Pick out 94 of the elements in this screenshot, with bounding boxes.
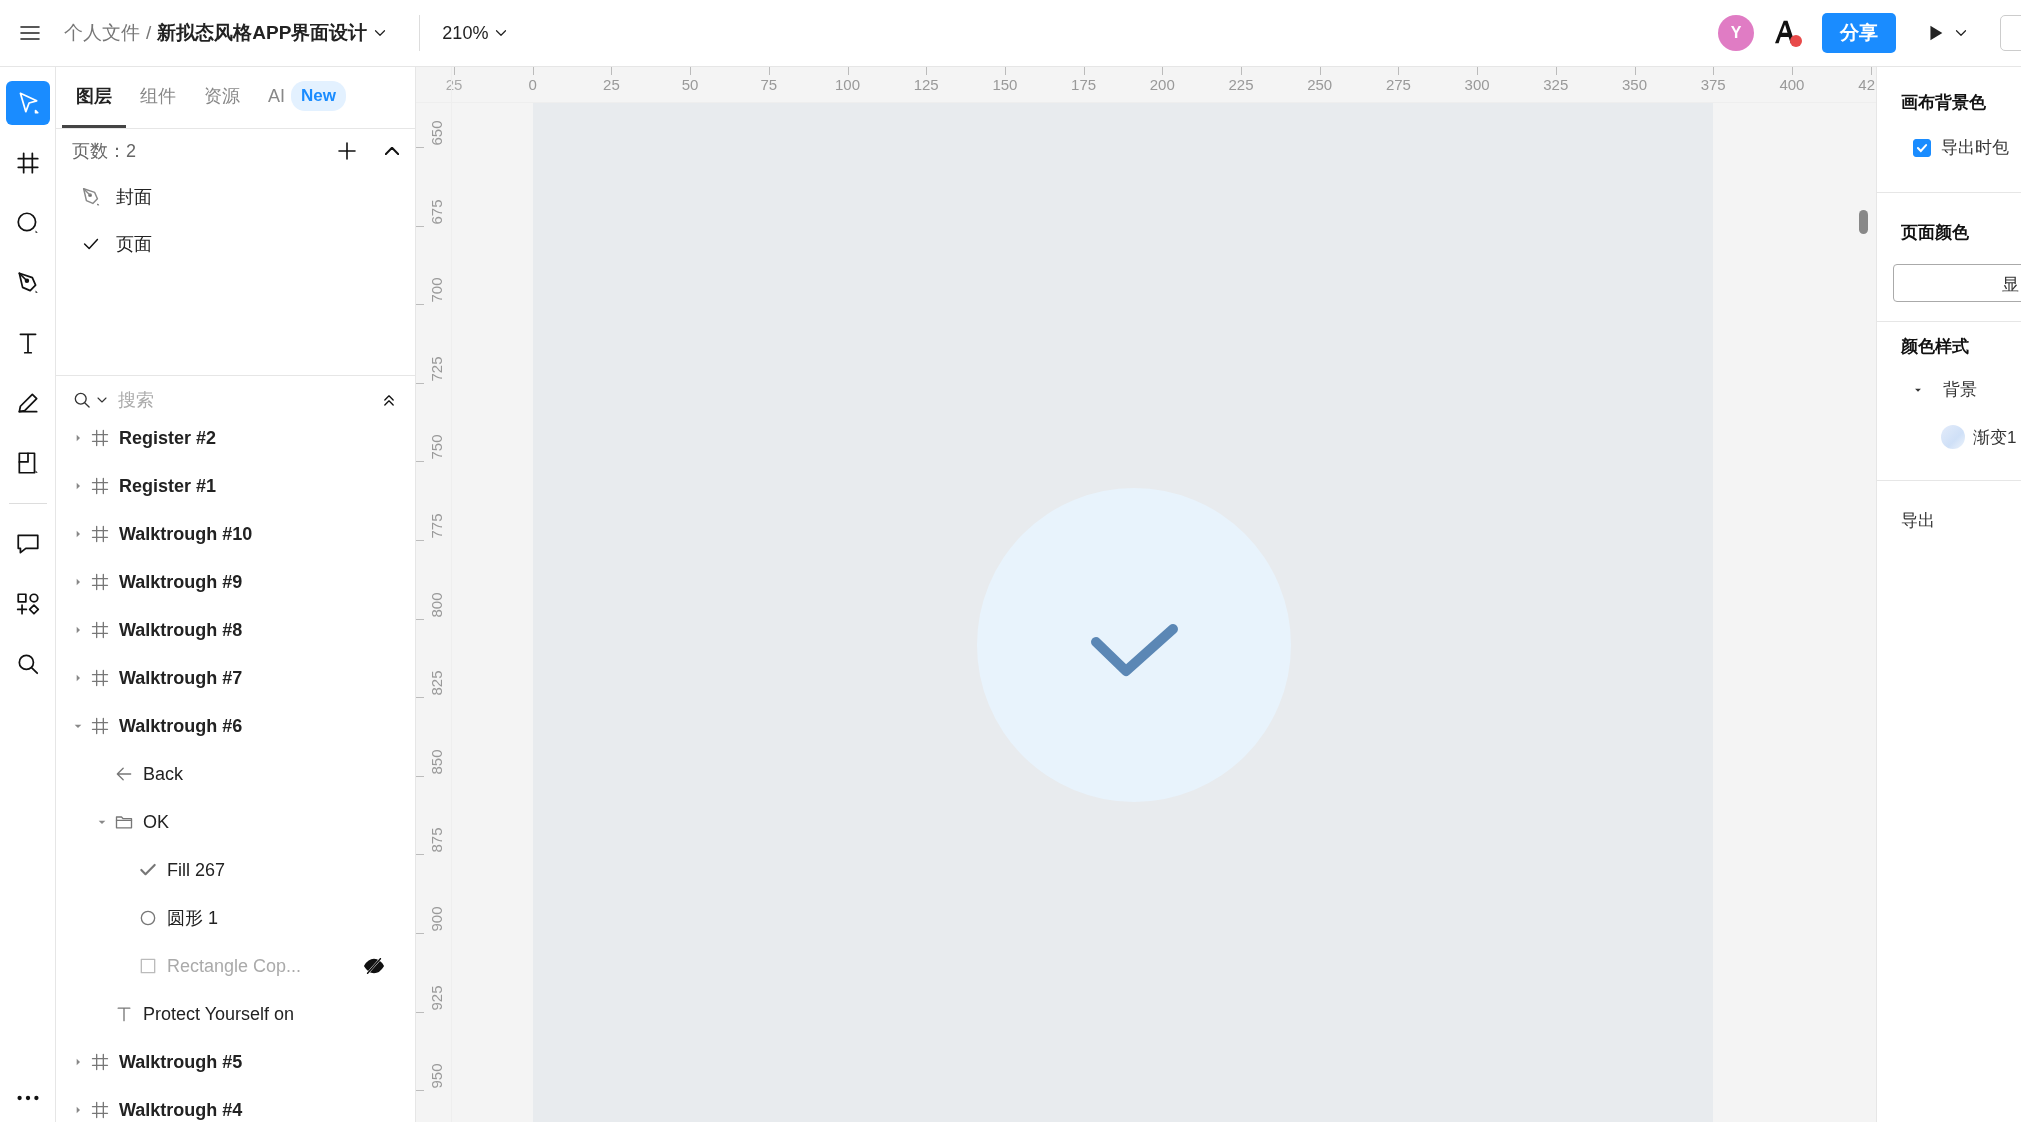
ruler-label: 700 xyxy=(428,277,445,303)
ruler-label: 350 xyxy=(1622,76,1647,93)
layer-name[interactable]: Walktrough #10 xyxy=(119,523,253,545)
section-title: 颜色样式 xyxy=(1901,336,1970,358)
gradient-swatch xyxy=(1941,425,1965,449)
scrollbar-thumb[interactable] xyxy=(1859,210,1868,234)
ruler-label: 725 xyxy=(428,356,445,382)
layer-name[interactable]: Register #2 xyxy=(119,427,217,449)
ruler-label: 850 xyxy=(428,749,445,775)
frame-icon xyxy=(90,1100,110,1120)
layer-name[interactable]: Walktrough #9 xyxy=(119,571,243,593)
ruler-label: 775 xyxy=(428,513,445,539)
ruler-label: 325 xyxy=(1543,76,1569,93)
check-circle-drawing[interactable] xyxy=(977,488,1291,802)
ruler-label: 875 xyxy=(428,827,445,853)
circle-icon xyxy=(138,908,158,928)
ruler-label: 300 xyxy=(1464,76,1490,93)
ruler-label: 25 xyxy=(603,76,620,93)
panel-tab[interactable]: 组件 xyxy=(126,67,190,128)
chevron-up-icon xyxy=(385,147,399,155)
breadcrumb-separator: / xyxy=(146,22,152,44)
section-title: 页面颜色 xyxy=(1901,222,1970,244)
ruler-label: 0 xyxy=(528,76,537,93)
layer-name[interactable]: Register #1 xyxy=(119,475,217,497)
ruler-label: 200 xyxy=(1149,76,1175,93)
ruler-label: 375 xyxy=(1700,76,1726,93)
panel-tab[interactable]: 资源 xyxy=(190,67,254,128)
ruler-label: 75 xyxy=(760,76,778,93)
new-badge: New xyxy=(291,81,346,111)
checkbox[interactable] xyxy=(1913,138,1931,157)
collapse-button[interactable] xyxy=(383,145,401,157)
style-name[interactable]: 渐变1 xyxy=(1973,425,2017,449)
plus-icon xyxy=(335,139,359,163)
ruler-label: 825 xyxy=(428,670,445,696)
more-icon xyxy=(15,1095,40,1101)
layer-name[interactable]: Protect Yourself on xyxy=(143,1003,295,1025)
ruler-label: 250 xyxy=(1307,76,1333,93)
ruler-label: 175 xyxy=(1071,76,1097,93)
ruler-label: 225 xyxy=(1228,76,1254,93)
page-item[interactable]: 封面 xyxy=(56,173,415,220)
ruler-label: 750 xyxy=(428,434,445,460)
breadcrumb-link[interactable]: 个人文件 xyxy=(64,20,140,46)
ruler-label: 150 xyxy=(992,76,1018,93)
checkbox-label: 导出时包 xyxy=(1941,137,2009,159)
ruler-label: 42 xyxy=(1858,76,1875,93)
move-tool[interactable] xyxy=(5,81,50,125)
square-icon xyxy=(138,956,158,976)
search-field[interactable]: 搜索 xyxy=(118,389,318,411)
panel-tab[interactable]: AI New xyxy=(254,67,360,128)
frame-icon xyxy=(90,668,110,688)
ruler-label: 950 xyxy=(428,1063,445,1089)
ruler-label: 100 xyxy=(835,76,860,93)
comment-icon xyxy=(14,531,41,557)
frame-icon xyxy=(90,716,110,736)
shapes-icon xyxy=(14,591,41,617)
ruler-label: 800 xyxy=(428,592,445,618)
ruler-label: 925 xyxy=(428,985,445,1011)
ruler-label: 50 xyxy=(681,76,699,93)
frame-icon xyxy=(90,476,110,496)
layer-name[interactable]: Walktrough #4 xyxy=(119,1099,243,1121)
layer-name[interactable]: Walktrough #7 xyxy=(119,667,243,689)
frame-icon xyxy=(90,524,110,544)
frame-icon xyxy=(90,572,110,592)
page-name: 页面 xyxy=(116,232,152,256)
eye-off-icon xyxy=(363,955,385,977)
ruler-label: 275 xyxy=(1385,76,1411,93)
search-icon xyxy=(72,390,92,410)
page-name: 封面 xyxy=(116,185,152,209)
color-field[interactable]: 显 xyxy=(1893,264,2021,302)
section-title: 画布背景色 xyxy=(1901,92,1987,114)
file-title-dropdown[interactable]: 新拟态风格APP界面设计 xyxy=(157,20,390,46)
ruler-label: 400 xyxy=(1779,76,1805,93)
layer-name[interactable]: Walktrough #8 xyxy=(119,619,243,641)
layer-name[interactable]: OK xyxy=(143,811,169,833)
style-group-name[interactable]: 背景 xyxy=(1943,378,1977,401)
panel-tab[interactable]: 图层 xyxy=(62,67,126,128)
layer-name[interactable]: 圆形 1 xyxy=(167,906,218,930)
zoom-dropdown[interactable]: 210% xyxy=(438,18,515,48)
ruler-label: 125 xyxy=(913,76,939,93)
layer-name[interactable]: Back xyxy=(143,763,184,785)
section-title: 导出 xyxy=(1901,510,1936,532)
ruler-label: 650 xyxy=(428,120,445,146)
frame-icon xyxy=(90,620,110,640)
layer-name[interactable]: Fill 267 xyxy=(167,859,226,881)
layer-name[interactable]: Walktrough #6 xyxy=(119,715,243,737)
ruler-label: 900 xyxy=(428,906,445,932)
frame-icon xyxy=(90,1052,110,1072)
page-count: 页数：2 xyxy=(72,140,136,163)
ruler-label: 675 xyxy=(428,199,445,225)
page-item[interactable]: 页面 xyxy=(56,220,415,267)
circle-icon xyxy=(14,210,41,236)
layer-name[interactable]: Walktrough #5 xyxy=(119,1051,243,1073)
frame-icon xyxy=(90,428,110,448)
frame-icon xyxy=(14,150,41,176)
